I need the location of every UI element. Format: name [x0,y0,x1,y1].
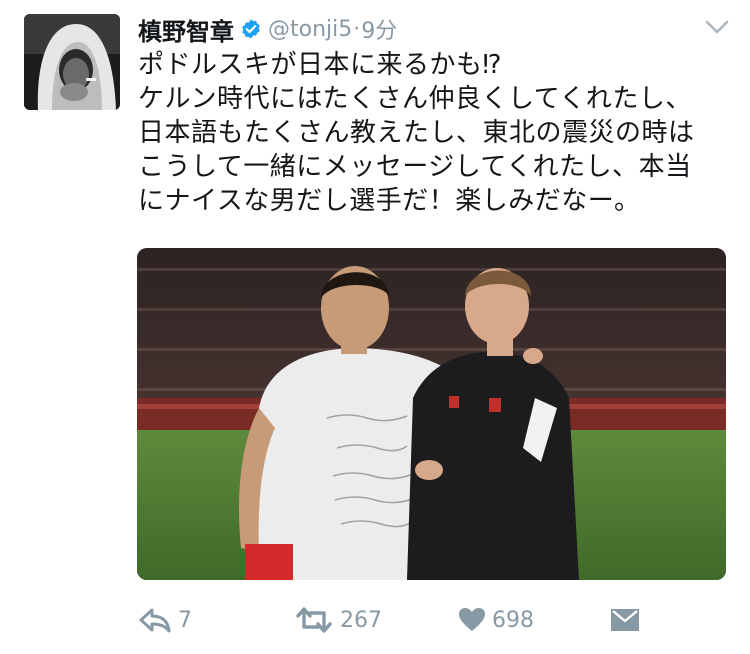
tweet-text-line: にナイスな男だし選手だ！楽しみだなー。 [138,186,641,216]
tweet[interactable]: 槙野智章 @tonji5 · 9分 ポドルスキが日本に来るかも⁉ ケルン時代には… [0,0,750,654]
reply-count: 7 [178,607,192,633]
avatar-image [24,14,120,110]
chevron-down-icon[interactable] [704,18,730,36]
tweet-text-line: こうして一緒にメッセージしてくれたし、本当 [138,152,692,182]
direct-message-icon [611,609,639,631]
verified-badge-icon [242,19,260,39]
tweet-text-line: ケルン時代にはたくさん仲良くしてくれたし、 [138,84,692,114]
retweet-count: 267 [340,607,382,633]
photo-two-players [137,248,726,580]
reply-button[interactable]: 7 [138,596,192,644]
tweet-text-line: 日本語もたくさん教えたし、東北の震災の時は [138,118,695,148]
like-button[interactable]: 698 [458,596,534,644]
tweet-actions: 7 267 698 [0,596,750,644]
tweet-header: 槙野智章 @tonji5 · 9分 [138,10,397,48]
user-handle[interactable]: @tonji5 [268,17,352,42]
retweet-button[interactable]: 267 [294,596,382,644]
timestamp[interactable]: 9分 [361,13,397,45]
separator-dot: · [353,16,361,42]
heart-icon [459,608,485,631]
tweet-photo[interactable] [137,248,726,580]
tweet-text-line: ポドルスキが日本に来るかも⁉ [138,50,503,80]
reply-icon [139,608,171,633]
avatar[interactable] [24,14,120,110]
display-name[interactable]: 槙野智章 [138,12,234,47]
tweet-text: ポドルスキが日本に来るかも⁉ ケルン時代にはたくさん仲良くしてくれたし、 日本語… [138,48,738,218]
like-count: 698 [492,607,534,633]
direct-message-button[interactable] [610,596,640,644]
retweet-icon [296,607,332,633]
